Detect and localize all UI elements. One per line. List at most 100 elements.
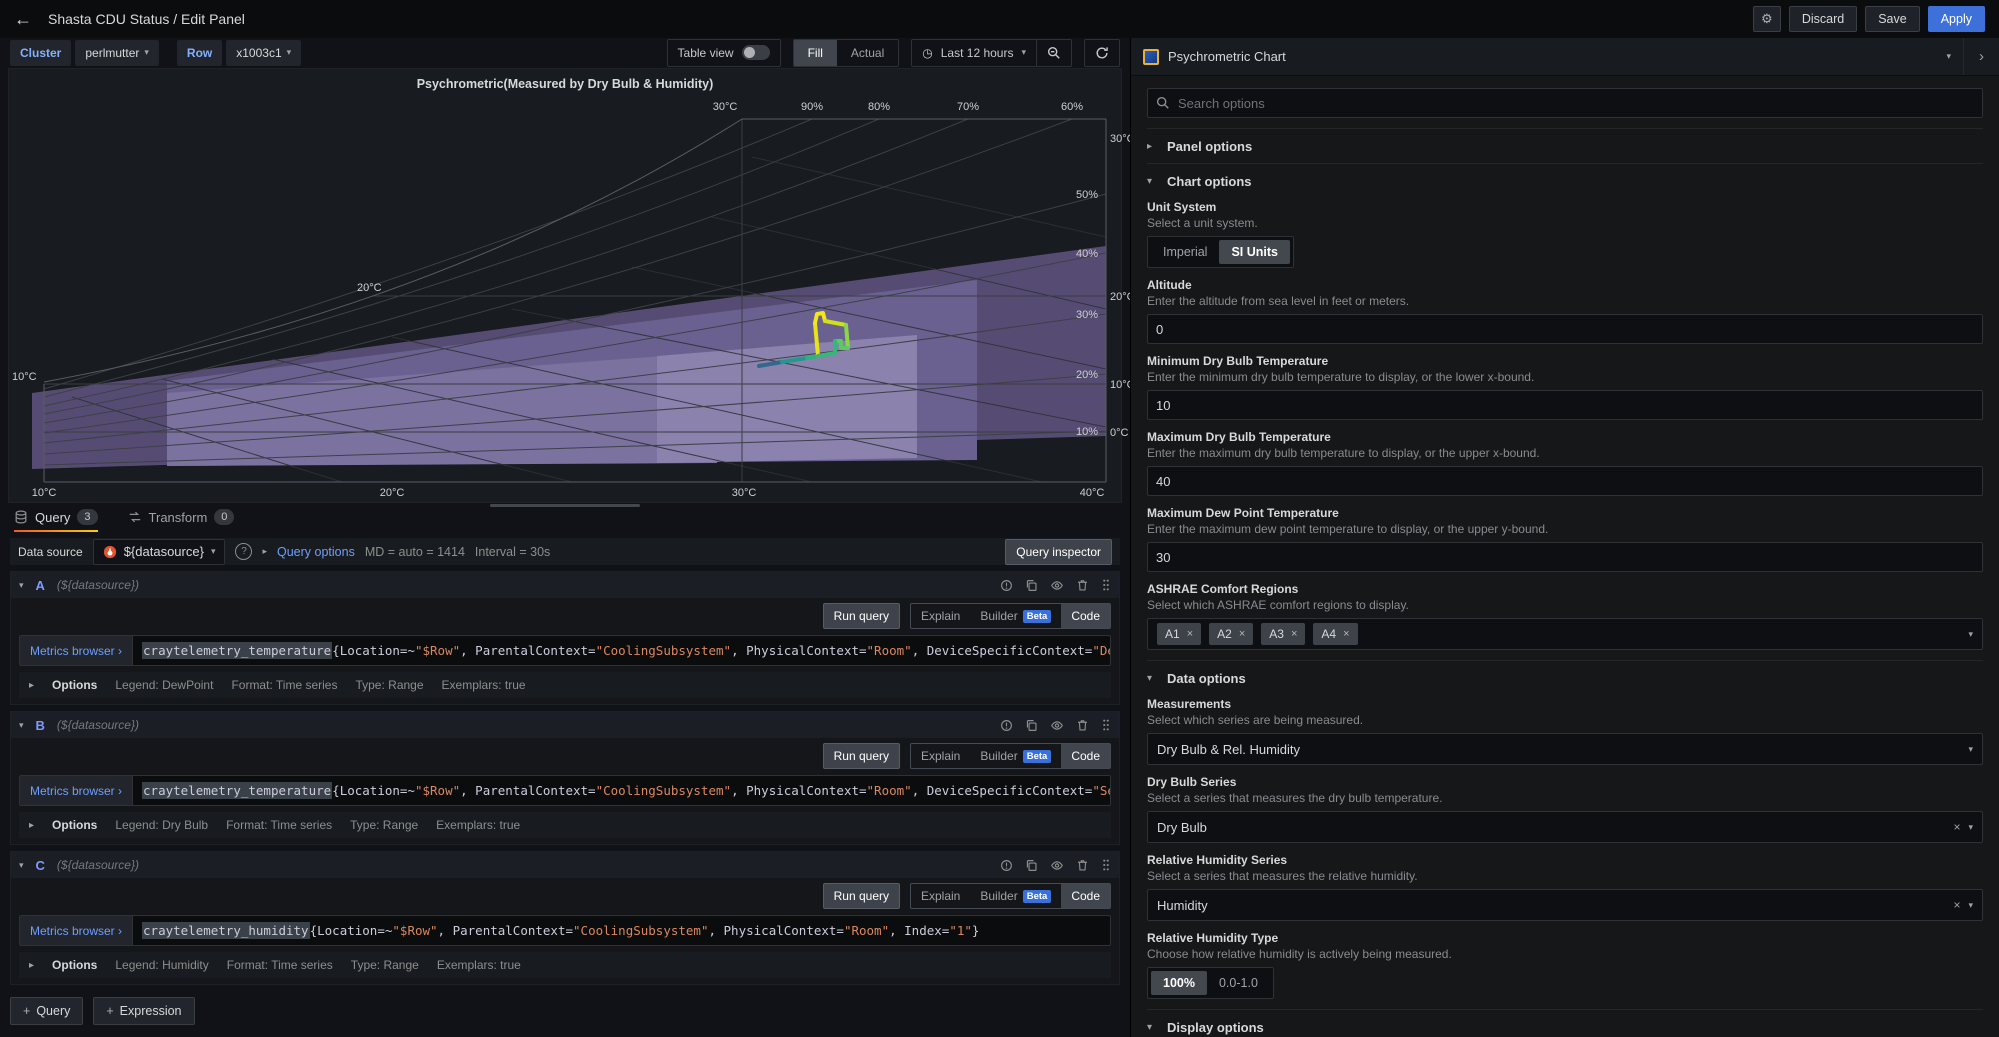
query-options-row[interactable]: ▸ Options Legend: DewPoint Format: Time …	[19, 672, 1111, 698]
run-query-button[interactable]: Run query	[823, 883, 900, 909]
promql-expression-input[interactable]: craytelemetry_temperature{Location=~"$Ro…	[132, 775, 1111, 806]
remove-icon[interactable]: ×	[1239, 628, 1245, 640]
builder-option[interactable]: BuilderBeta	[970, 744, 1061, 768]
eye-icon[interactable]	[1050, 579, 1064, 592]
trash-icon[interactable]	[1076, 859, 1089, 872]
region-chip-a1[interactable]: A1×	[1157, 623, 1201, 645]
builder-option[interactable]: BuilderBeta	[970, 884, 1061, 908]
ashrae-regions-multiselect[interactable]: A1× A2× A3× A4× ▾	[1147, 618, 1983, 650]
clear-icon[interactable]: ×	[1953, 898, 1960, 912]
metrics-browser-button[interactable]: Metrics browser ›	[19, 635, 132, 666]
dashboard-settings-button[interactable]: ⚙	[1753, 6, 1781, 32]
query-options-link[interactable]: Query options	[277, 545, 355, 559]
metrics-browser-button[interactable]: Metrics browser ›	[19, 915, 132, 946]
drag-handle-icon[interactable]	[1101, 858, 1111, 872]
section-panel-options[interactable]: ▸ Panel options	[1147, 129, 1983, 163]
apply-button[interactable]: Apply	[1928, 6, 1985, 32]
trash-icon[interactable]	[1076, 579, 1089, 592]
drag-handle-icon[interactable]	[1101, 718, 1111, 732]
query-inspector-button[interactable]: Query inspector	[1005, 539, 1112, 565]
region-chip-a4[interactable]: A4×	[1313, 623, 1357, 645]
explain-option[interactable]: Explain	[911, 744, 970, 768]
page-title: Shasta CDU Status / Edit Panel	[48, 11, 245, 27]
visualization-picker[interactable]: Psychrometric Chart ▾	[1131, 38, 1963, 75]
info-circle-icon[interactable]	[1000, 719, 1013, 732]
refresh-icon	[1095, 46, 1109, 60]
back-arrow-icon[interactable]: ←	[14, 9, 32, 30]
remove-icon[interactable]: ×	[1291, 628, 1297, 640]
max-dry-bulb-input[interactable]	[1147, 466, 1983, 496]
max-datapoints-info: MD = auto = 1414	[365, 545, 465, 559]
query-options-row[interactable]: ▸ Options Legend: Dry Bulb Format: Time …	[19, 812, 1111, 838]
chevron-down-icon[interactable]: ▾	[19, 580, 24, 591]
copy-icon[interactable]	[1025, 579, 1038, 592]
zoom-out-time-button[interactable]	[1036, 39, 1072, 67]
altitude-input[interactable]	[1147, 314, 1983, 344]
section-data-options[interactable]: ▾ Data options	[1147, 661, 1983, 695]
metrics-browser-button[interactable]: Metrics browser ›	[19, 775, 132, 806]
code-option[interactable]: Code	[1061, 744, 1110, 768]
eye-icon[interactable]	[1050, 719, 1064, 732]
trash-icon[interactable]	[1076, 719, 1089, 732]
info-circle-icon[interactable]	[1000, 859, 1013, 872]
tab-transform[interactable]: Transform 0	[128, 509, 235, 532]
save-button[interactable]: Save	[1865, 6, 1920, 32]
time-range-picker[interactable]: ◷ Last 12 hours ▾	[911, 39, 1037, 67]
measurements-select[interactable]: Dry Bulb & Rel. Humidity ▾	[1147, 733, 1983, 765]
run-query-button[interactable]: Run query	[823, 603, 900, 629]
toggle-switch-icon[interactable]	[742, 45, 770, 60]
promql-expression-input[interactable]: craytelemetry_temperature{Location=~"$Ro…	[132, 635, 1111, 666]
query-header[interactable]: ▾ C (${datasource})	[11, 852, 1119, 878]
help-icon[interactable]: ?	[235, 543, 252, 560]
run-query-button[interactable]: Run query	[823, 743, 900, 769]
row-variable-select[interactable]: x1003c1 ▾	[226, 40, 301, 66]
chevron-down-icon[interactable]: ▾	[19, 720, 24, 731]
remove-icon[interactable]: ×	[1343, 628, 1349, 640]
explain-option[interactable]: Explain	[911, 884, 970, 908]
query-options-row[interactable]: ▸ Options Legend: Humidity Format: Time …	[19, 952, 1111, 978]
remove-icon[interactable]: ×	[1187, 628, 1193, 640]
search-input[interactable]	[1178, 96, 1974, 111]
builder-option[interactable]: BuilderBeta	[970, 604, 1061, 628]
options-search[interactable]	[1147, 88, 1983, 118]
code-option[interactable]: Code	[1061, 604, 1110, 628]
rel-humidity-series-select[interactable]: Humidity × ▾	[1147, 889, 1983, 921]
section-display-options[interactable]: ▾ Display options	[1147, 1010, 1983, 1037]
info-circle-icon[interactable]	[1000, 579, 1013, 592]
query-header[interactable]: ▾ A (${datasource})	[11, 572, 1119, 598]
chart-title: Psychrometric(Measured by Dry Bulb & Hum…	[9, 69, 1121, 97]
copy-icon[interactable]	[1025, 859, 1038, 872]
table-view-toggle[interactable]: Table view	[667, 39, 781, 67]
region-chip-a3[interactable]: A3×	[1261, 623, 1305, 645]
eye-icon[interactable]	[1050, 859, 1064, 872]
clear-icon[interactable]: ×	[1953, 820, 1960, 834]
section-chart-options[interactable]: ▾ Chart options	[1147, 164, 1983, 198]
min-dry-bulb-input[interactable]	[1147, 390, 1983, 420]
drag-handle-icon[interactable]	[1101, 578, 1111, 592]
copy-icon[interactable]	[1025, 719, 1038, 732]
imperial-option[interactable]: Imperial	[1151, 240, 1219, 264]
fraction-option[interactable]: 0.0-1.0	[1207, 971, 1270, 995]
dry-bulb-series-select[interactable]: Dry Bulb × ▾	[1147, 811, 1983, 843]
percent-option[interactable]: 100%	[1151, 971, 1207, 995]
si-units-option[interactable]: SI Units	[1219, 240, 1290, 264]
add-expression-button[interactable]: + Expression	[93, 997, 194, 1025]
collapse-options-button[interactable]: ›	[1963, 38, 1999, 75]
discard-button[interactable]: Discard	[1789, 6, 1857, 32]
promql-expression-input[interactable]: craytelemetry_humidity{Location=~"$Row",…	[132, 915, 1111, 946]
explain-option[interactable]: Explain	[911, 604, 970, 628]
cluster-variable-select[interactable]: perlmutter ▾	[75, 40, 159, 66]
refresh-button[interactable]	[1084, 39, 1120, 67]
fill-option[interactable]: Fill	[794, 40, 837, 66]
code-option[interactable]: Code	[1061, 884, 1110, 908]
psychrometric-chart[interactable]: 30°C 90% 80% 70% 60% 30°C 50% 40% 20°C 3…	[12, 97, 1118, 502]
horizontal-scrollbar[interactable]	[490, 504, 640, 507]
add-query-button[interactable]: + Query	[10, 997, 83, 1025]
datasource-select[interactable]: ${datasource} ▾	[93, 539, 226, 565]
chevron-down-icon[interactable]: ▾	[19, 860, 24, 871]
actual-option[interactable]: Actual	[837, 40, 898, 66]
max-dew-point-input[interactable]	[1147, 542, 1983, 572]
query-header[interactable]: ▾ B (${datasource})	[11, 712, 1119, 738]
tab-query[interactable]: Query 3	[14, 509, 98, 532]
region-chip-a2[interactable]: A2×	[1209, 623, 1253, 645]
